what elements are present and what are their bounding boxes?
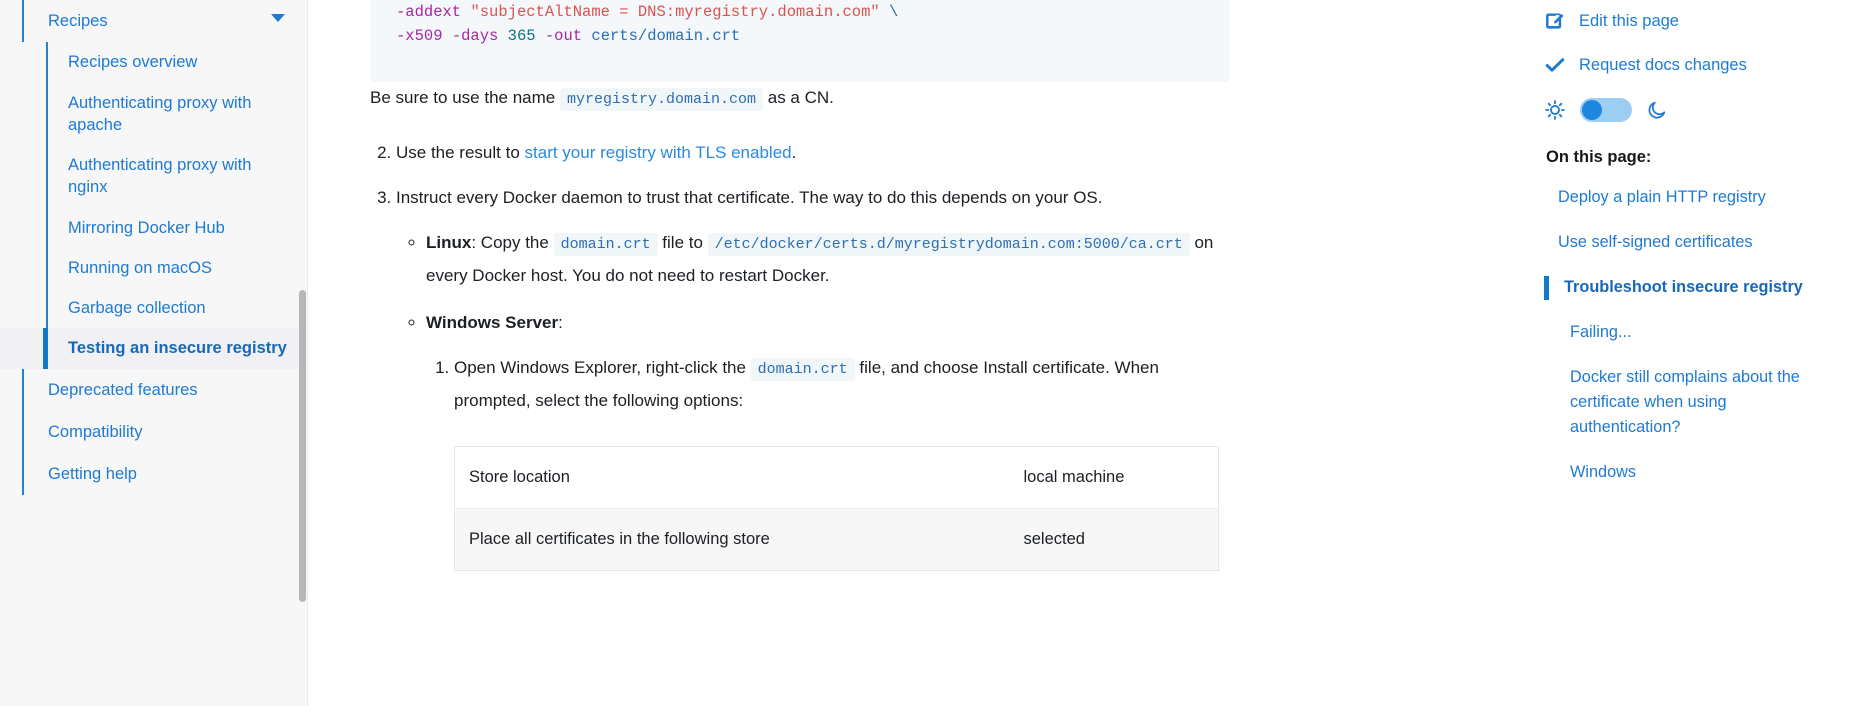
windows-step-1: Open Windows Explorer, right-click the d… [454,352,1230,571]
sidebar-item-mirroring-docker-hub[interactable]: Mirroring Docker Hub [0,208,307,248]
sidebar-bottom-list: Deprecated features Compatibility Gettin… [0,368,307,496]
request-docs-changes-link[interactable]: Request docs changes [1544,54,1834,76]
linux-text-2: file to [657,233,708,252]
code-flag-days: -days [451,27,499,45]
left-sidebar: Recipes Recipes overview Authenticating … [0,0,308,706]
linux-text-1: : Copy the [471,233,554,252]
steps-list: Use the result to start your registry wi… [370,137,1230,571]
moon-icon[interactable] [1646,99,1668,121]
toc-item-use-self-signed-certificates[interactable]: Use self-signed certificates [1544,230,1834,255]
sidebar-group-recipes[interactable]: Recipes [0,0,307,43]
theme-toggle-switch[interactable] [1580,98,1632,122]
theme-toggle-knob[interactable] [1582,100,1602,120]
sidebar-scrollbar-thumb[interactable] [299,290,306,602]
sidebar-item-running-on-macos[interactable]: Running on macOS [0,248,307,288]
cn-note-before: Be sure to use the name [370,88,556,107]
sidebar-item-label[interactable]: Running on macOS [68,257,287,279]
os-list: Linux: Copy the domain.crt file to /etc/… [396,227,1230,571]
windows-steps-list: Open Windows Explorer, right-click the d… [426,352,1230,571]
step-2-after: . [791,143,797,162]
inline-code-domain-crt: domain.crt [553,233,658,256]
sidebar-item-recipes-overview[interactable]: Recipes overview [0,42,307,82]
edit-pencil-icon [1544,10,1566,32]
sidebar-item-deprecated-features[interactable]: Deprecated features [0,369,307,411]
step-2-before: Use the result to [396,143,525,162]
inline-code-domain-crt-win: domain.crt [750,358,855,381]
toc-item-failing[interactable]: Failing... [1544,320,1834,345]
os-label-windows: Windows Server [426,313,559,332]
inline-code-myregistry-domain: myregistry.domain.com [559,88,763,111]
code-value-days: 365 [507,27,536,45]
sidebar-sublist: Recipes overview Authenticating proxy wi… [0,42,307,369]
windows-step-1-text-1: Open Windows Explorer, right-click the [454,358,751,377]
request-docs-changes-label: Request docs changes [1579,55,1747,74]
os-label-linux: Linux [426,233,472,252]
sidebar-item-label[interactable]: Deprecated features [48,379,287,401]
sidebar-item-testing-insecure-registry[interactable]: Testing an insecure registry [0,328,307,369]
sidebar-item-auth-proxy-nginx[interactable]: Authenticating proxy with nginx [0,145,307,208]
sidebar-item-label[interactable]: Testing an insecure registry [68,337,287,359]
code-string-san: "subjectAltName = DNS:myregistry.domain.… [470,3,880,21]
theme-toggle-row [1544,98,1834,122]
sidebar-item-label[interactable]: Recipes overview [68,51,287,73]
main-content: -addext "subjectAltName = DNS:myregistry… [308,0,1528,706]
sidebar-item-compatibility[interactable]: Compatibility [0,411,307,453]
table-cell-value: selected [1023,530,1085,548]
step-3-text: Instruct every Docker daemon to trust th… [396,188,1103,207]
sidebar-item-getting-help[interactable]: Getting help [0,453,307,495]
start-registry-tls-link[interactable]: start your registry with TLS enabled [525,143,792,162]
os-item-linux: Linux: Copy the domain.crt file to /etc/… [426,227,1230,291]
code-block[interactable]: -addext "subjectAltName = DNS:myregistry… [370,0,1230,82]
step-2: Use the result to start your registry wi… [396,137,1230,168]
windows-colon: : [558,313,563,332]
toc-item-deploy-plain-http-registry[interactable]: Deploy a plain HTTP registry [1544,185,1834,210]
sun-icon[interactable] [1544,99,1566,121]
on-this-page-nav: Deploy a plain HTTP registry Use self-si… [1544,185,1834,485]
active-indicator [43,328,48,369]
on-this-page-title: On this page: [1546,148,1652,166]
edit-this-page-link[interactable]: Edit this page [1544,10,1834,32]
cn-note-after: as a CN. [767,88,834,107]
table-row: Place all certificates in the following … [454,508,1219,571]
toc-active-indicator [1544,276,1549,300]
cn-note: Be sure to use the name myregistry.domai… [370,82,1230,115]
right-sidebar: Edit this page Request docs changes On t… [1528,0,1858,706]
table-cell-option: Place all certificates in the following … [469,530,770,548]
sidebar-group-label[interactable]: Recipes [48,10,287,32]
nav-level1-guide [22,0,24,43]
chevron-down-icon[interactable] [271,14,285,22]
inline-code-ca-crt-path: /etc/docker/certs.d/myregistrydomain.com… [707,233,1190,256]
toc-item-windows[interactable]: Windows [1544,460,1834,485]
sidebar-item-garbage-collection[interactable]: Garbage collection [0,288,307,328]
table-cell-option: Store location [469,468,570,486]
article-body: -addext "subjectAltName = DNS:myregistry… [370,0,1230,571]
sidebar-item-label[interactable]: Authenticating proxy with apache [68,92,287,137]
table-row: Store location local machine [454,446,1219,509]
toc-item-docker-complains-certificate[interactable]: Docker still complains about the certifi… [1544,365,1834,440]
table-cell-value: local machine [1023,468,1125,486]
toc-item-label: Troubleshoot insecure registry [1564,278,1803,296]
install-options-table: Store location local machine Place all c… [454,446,1219,571]
sidebar-item-label[interactable]: Compatibility [48,421,287,443]
sidebar-item-auth-proxy-apache[interactable]: Authenticating proxy with apache [0,83,307,146]
code-value-out: certs/domain.crt [591,27,741,45]
edit-this-page-label: Edit this page [1579,11,1679,30]
toc-item-troubleshoot-insecure-registry[interactable]: Troubleshoot insecure registry [1544,275,1834,300]
sidebar-item-label[interactable]: Mirroring Docker Hub [68,217,287,239]
code-continuation: \ [889,3,899,21]
os-item-windows-server: Windows Server: Open Windows Explorer, r… [426,307,1230,571]
docs-page: Recipes Recipes overview Authenticating … [0,0,1858,706]
sidebar-item-label[interactable]: Authenticating proxy with nginx [68,154,287,199]
sidebar-nav: Recipes Recipes overview Authenticating … [0,0,307,496]
sidebar-scrollbar-track[interactable] [298,0,307,706]
check-icon [1544,54,1566,76]
code-flag-out: -out [544,27,583,45]
code-flag-addext: -addext [396,3,462,21]
code-flag-x509: -x509 [396,27,443,45]
step-3: Instruct every Docker daemon to trust th… [396,182,1230,571]
sidebar-item-label[interactable]: Garbage collection [68,297,287,319]
sidebar-item-label[interactable]: Getting help [48,463,287,485]
